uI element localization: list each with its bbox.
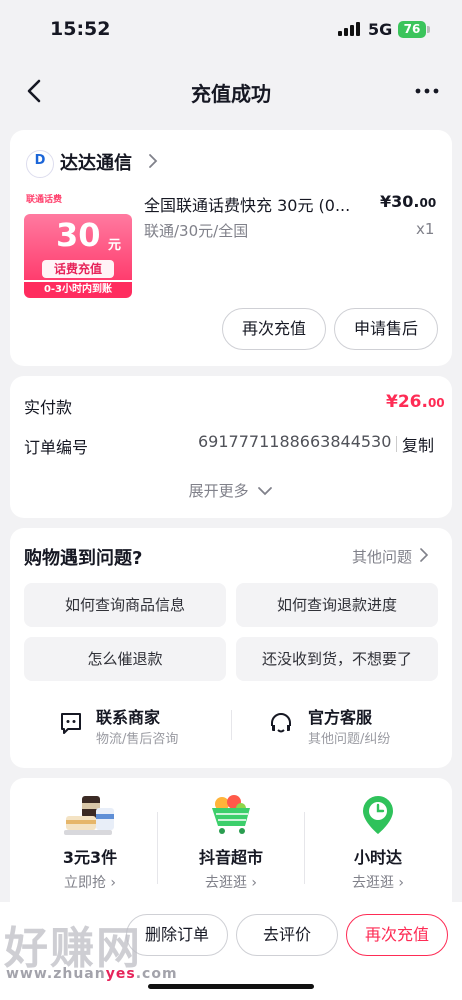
expand-more-button[interactable]: 展开更多: [10, 480, 452, 501]
official-service-title[interactable]: 官方客服: [308, 704, 372, 728]
watermark-url-c: .com: [135, 966, 178, 982]
product-image-amount: 30: [56, 216, 101, 254]
promo-link[interactable]: 立即抢 ›: [40, 872, 140, 892]
divider: [231, 710, 232, 740]
watermark-url-b: yes: [105, 966, 136, 982]
watermark-url: www.zhuanyes.com: [6, 966, 178, 982]
question-button[interactable]: 如何查询商品信息: [24, 583, 226, 627]
more-icon[interactable]: [412, 76, 442, 106]
paid-amount-decimal: 00: [427, 396, 445, 410]
question-button[interactable]: 还没收到货，不想要了: [236, 637, 438, 681]
after-sale-button[interactable]: 申请售后: [334, 308, 438, 350]
network-label: 5G: [368, 20, 393, 39]
status-bar: 15:52 5G 76: [0, 0, 462, 60]
watermark-url-a: www.zhuan: [6, 966, 106, 982]
product-price-main: ¥30.: [380, 192, 420, 211]
other-questions-label: 其他问题: [352, 548, 413, 566]
recharge-again-button[interactable]: 再次充值: [222, 308, 326, 350]
shop-name[interactable]: 达达通信: [60, 149, 132, 175]
promo-card: 3元3件 立即抢 › 抖音超市 去逛逛 › 小时达 去逛逛 ›: [10, 778, 452, 918]
promo-title[interactable]: 抖音超市: [181, 844, 281, 868]
chevron-down-icon: [258, 487, 273, 496]
product-price-decimal: 00: [419, 196, 437, 210]
question-button[interactable]: 怎么催退款: [24, 637, 226, 681]
battery-cap: [427, 26, 430, 33]
product-image-chip: 话费充值: [42, 260, 114, 278]
promo-link-label: 去逛逛: [351, 875, 394, 891]
payment-info-card: 实付款 ¥26.00 订单编号 6917771188663844530 复制 展…: [10, 376, 452, 518]
contact-merchant-title[interactable]: 联系商家: [96, 704, 160, 728]
product-image[interactable]: 联通话费 30 元 话费充值 0-3小时内到账: [24, 188, 132, 298]
promo-link[interactable]: 去逛逛 ›: [328, 872, 428, 892]
product-price: ¥30.00: [380, 192, 436, 211]
promo-link-label: 立即抢: [63, 875, 106, 891]
status-time: 15:52: [50, 18, 111, 40]
chevron-right-icon: [419, 548, 428, 562]
product-image-strip: 0-3小时内到账: [24, 282, 132, 298]
headset-icon[interactable]: [268, 711, 294, 737]
promo-title[interactable]: 3元3件: [40, 844, 140, 868]
promo-title[interactable]: 小时达: [328, 844, 428, 868]
official-service-subtitle: 其他问题/纠纷: [308, 732, 391, 747]
paid-amount-main: ¥26.: [386, 392, 428, 412]
order-number: 6917771188663844530: [198, 432, 392, 451]
shopping-cart-icon[interactable]: [208, 794, 254, 836]
help-title: 购物遇到问题?: [24, 548, 143, 569]
expand-more-label: 展开更多: [188, 482, 249, 500]
divider: [157, 812, 158, 884]
home-indicator: [148, 984, 314, 989]
divider: [304, 812, 305, 884]
shop-logo-icon[interactable]: D: [26, 150, 54, 178]
promo-link-label: 去逛逛: [204, 875, 247, 891]
product-image-unit: 元: [108, 238, 122, 253]
review-button[interactable]: 去评价: [236, 914, 338, 956]
help-card: 购物遇到问题? 其他问题 如何查询商品信息 如何查询退款进度 怎么催退款 还没收…: [10, 528, 452, 768]
order-product-card: D 达达通信 联通话费 30 元 话费充值 0-3小时内到账 全国联通话费快充 …: [10, 130, 452, 366]
paid-amount: ¥26.00: [386, 392, 445, 412]
copy-button[interactable]: 复制: [402, 432, 434, 456]
battery-icon: 76: [398, 21, 426, 38]
page-title: 充值成功: [191, 82, 271, 106]
recharge-again-bottom-button[interactable]: 再次充值: [346, 914, 448, 956]
question-button[interactable]: 如何查询退款进度: [236, 583, 438, 627]
product-spec: 联通/30元/全国: [144, 222, 249, 240]
product-title[interactable]: 全国联通话费快充 30元 (0...: [144, 192, 366, 216]
nav-bar: 充值成功: [0, 60, 462, 122]
divider: [396, 436, 397, 452]
order-number-label: 订单编号: [24, 438, 89, 457]
product-bundle-icon[interactable]: [62, 794, 118, 838]
product-quantity: x1: [416, 220, 435, 238]
chat-icon[interactable]: [58, 711, 84, 737]
product-image-tag: 联通话费: [26, 195, 63, 205]
promo-link[interactable]: 去逛逛 ›: [181, 872, 281, 892]
other-questions-link[interactable]: 其他问题: [352, 546, 429, 567]
contact-merchant-subtitle: 物流/售后咨询: [96, 732, 179, 747]
chevron-right-icon[interactable]: [148, 153, 158, 169]
clock-pin-icon[interactable]: [360, 794, 396, 836]
signal-icon: [338, 22, 360, 36]
paid-label: 实付款: [24, 398, 73, 417]
